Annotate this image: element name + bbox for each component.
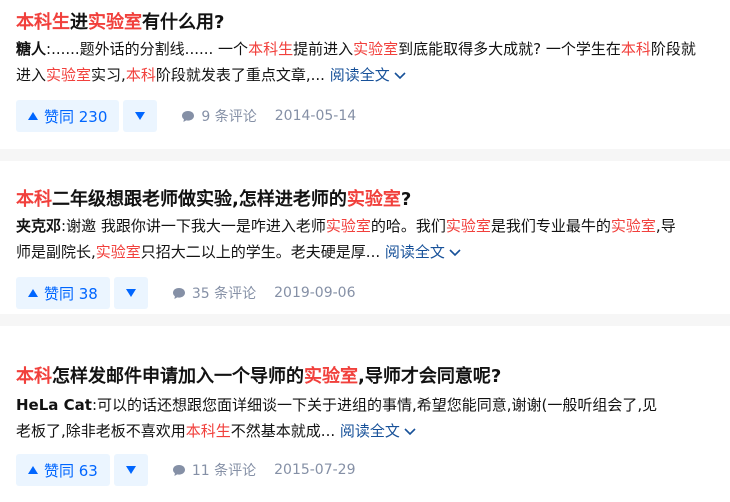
post-date: 2015-07-29: [274, 462, 356, 478]
result-excerpt[interactable]: 糖人:......题外话的分割线...... 一个本科生提前进入实验室到底能取得…: [16, 36, 716, 88]
result-title[interactable]: 本科怎样发邮件申请加入一个导师的实验室,导师才会同意呢?: [16, 362, 501, 388]
comment-bubble-icon: [172, 464, 185, 476]
downvote-button[interactable]: [113, 454, 148, 486]
result-excerpt[interactable]: 夹克邓:谢邀 我跟你讲一下我大一是咋进入老师实验室的哈。我们实验室是我们专业最牛…: [16, 213, 716, 265]
triangle-down-icon: [135, 112, 146, 120]
chevron-down-icon: [404, 427, 416, 435]
result-title[interactable]: 本科生进实验室有什么用?: [16, 8, 224, 34]
author-name: 糖人: [16, 40, 47, 58]
excerpt-line: 夹克邓:谢邀 我跟你讲一下我大一是咋进入老师实验室的哈。我们实验室是我们专业最牛…: [16, 217, 676, 235]
post-date: 2019-09-06: [274, 285, 356, 301]
chevron-down-icon: [449, 248, 461, 256]
comments-button[interactable]: 9 条评论: [181, 106, 257, 126]
search-result-card: 本科二年级想跟老师做实验,怎样进老师的实验室? 夹克邓:谢邀 我跟你讲一下我大一…: [0, 161, 730, 314]
triangle-down-icon: [125, 289, 136, 297]
chevron-down-icon: [394, 71, 406, 79]
upvote-button[interactable]: 赞同 38: [16, 277, 110, 309]
upvote-button[interactable]: 赞同 230: [16, 100, 120, 132]
read-more-link[interactable]: 阅读全文: [330, 66, 406, 84]
read-more-link[interactable]: 阅读全文: [340, 422, 416, 440]
excerpt-line: 糖人:......题外话的分割线...... 一个本科生提前进入实验室到底能取得…: [16, 40, 696, 58]
comments-button[interactable]: 11 条评论: [172, 460, 256, 480]
action-bar: 赞同 38 35 条评论 2019-09-06: [16, 277, 356, 309]
comments-button[interactable]: 35 条评论: [172, 283, 256, 303]
downvote-button[interactable]: [123, 100, 158, 132]
triangle-down-icon: [125, 466, 136, 474]
search-result-card: 本科生进实验室有什么用? 糖人:......题外话的分割线...... 一个本科…: [0, 0, 730, 149]
post-date: 2014-05-14: [274, 108, 357, 124]
result-title[interactable]: 本科二年级想跟老师做实验,怎样进老师的实验室?: [16, 185, 411, 211]
search-result-card: 本科怎样发邮件申请加入一个导师的实验室,导师才会同意呢? HeLa Cat:可以…: [0, 326, 730, 502]
result-excerpt[interactable]: HeLa Cat:可以的话还想跟您面详细谈一下关于进组的事情,希望您能同意,谢谢…: [16, 392, 716, 444]
triangle-up-icon: [28, 112, 38, 120]
read-more-link[interactable]: 阅读全文: [385, 243, 461, 261]
excerpt-line: HeLa Cat:可以的话还想跟您面详细谈一下关于进组的事情,希望您能同意,谢谢…: [16, 396, 658, 414]
comment-bubble-icon: [182, 110, 195, 122]
triangle-up-icon: [28, 466, 38, 474]
author-name: 夹克邓: [16, 217, 62, 235]
upvote-button[interactable]: 赞同 63: [16, 454, 110, 486]
excerpt-line: 老板了,除非老板不喜欢用本科生不然基本就成... 阅读全文: [16, 418, 716, 444]
excerpt-line: 师是副院长,实验室只招大二以上的学生。老夫硬是厚... 阅读全文: [16, 239, 716, 265]
action-bar: 赞同 63 11 条评论 2015-07-29: [16, 454, 356, 486]
triangle-up-icon: [28, 289, 38, 297]
result-divider: [0, 149, 730, 161]
downvote-button[interactable]: [113, 277, 148, 309]
comment-bubble-icon: [172, 287, 185, 299]
action-bar: 赞同 230 9 条评论 2014-05-14: [16, 100, 356, 132]
excerpt-line: 进入实验室实习,本科阶段就发表了重点文章,... 阅读全文: [16, 62, 716, 88]
result-divider: [0, 314, 730, 326]
author-name: HeLa Cat: [16, 396, 92, 414]
